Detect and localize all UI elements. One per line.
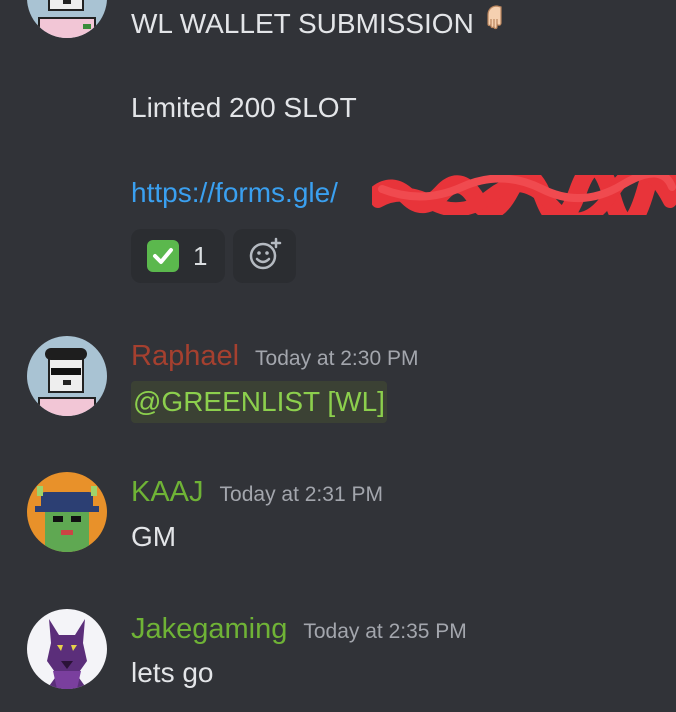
check-mark-icon bbox=[147, 240, 179, 272]
avatar[interactable] bbox=[27, 472, 107, 552]
reaction-count: 1 bbox=[193, 240, 208, 271]
message-header: Raphael Today at 2:30 PM bbox=[131, 339, 418, 373]
pixel-dog-beret-sunglasses-icon bbox=[27, 336, 107, 416]
message-content: lets go bbox=[131, 657, 214, 688]
username[interactable]: KAAJ bbox=[131, 475, 204, 509]
redaction-scribble bbox=[367, 149, 676, 232]
reaction-check[interactable]: 1 bbox=[131, 229, 225, 283]
message-header: KAAJ Today at 2:31 PM bbox=[131, 475, 383, 509]
add-reaction-icon bbox=[248, 237, 282, 276]
avatar[interactable] bbox=[27, 609, 107, 689]
message-line: https://forms.gle/ bbox=[131, 176, 338, 210]
username[interactable]: Raphael bbox=[131, 339, 239, 373]
username[interactable]: Jakegaming bbox=[131, 612, 287, 646]
role-mention[interactable]: @GREENLIST [WL] bbox=[131, 381, 387, 423]
message-text: WL WALLET SUBMISSION bbox=[131, 8, 474, 39]
form-link[interactable]: https://forms.gle/ bbox=[131, 177, 338, 208]
timestamp: Today at 2:31 PM bbox=[219, 483, 383, 506]
add-reaction-button[interactable] bbox=[233, 229, 296, 283]
timestamp: Today at 2:30 PM bbox=[255, 347, 419, 370]
message-header: Jakegaming Today at 2:35 PM bbox=[131, 612, 467, 646]
message-content: GM bbox=[131, 521, 177, 552]
purple-wolf-icon bbox=[27, 609, 107, 689]
message-line: WL WALLET SUBMISSION bbox=[131, 5, 510, 45]
avatar[interactable] bbox=[27, 336, 107, 416]
timestamp: Today at 2:35 PM bbox=[303, 620, 467, 643]
avatar[interactable] bbox=[27, 0, 107, 38]
pixel-dog-avatar-icon bbox=[27, 0, 107, 38]
pointing-down-hand-icon bbox=[484, 5, 510, 45]
green-monster-bucket-hat-icon bbox=[27, 472, 107, 552]
message-line: Limited 200 SLOT bbox=[131, 92, 357, 123]
